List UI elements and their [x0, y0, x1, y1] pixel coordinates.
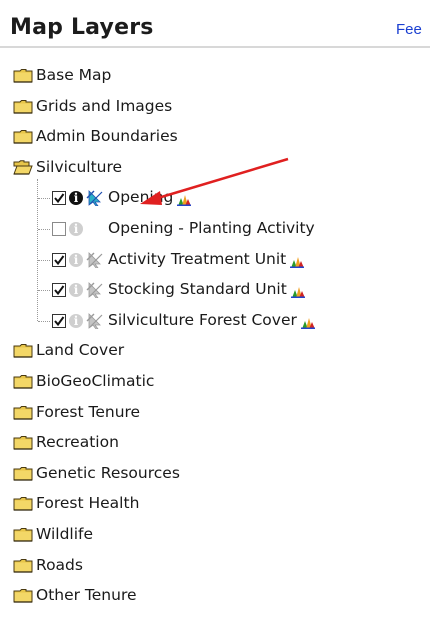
folder-other-tenure[interactable]: Other Tenure [0, 583, 430, 609]
legend-icon[interactable] [300, 314, 315, 329]
layer-label[interactable]: Opening - Planting Activity [108, 219, 315, 237]
folder-label[interactable]: Recreation [36, 433, 119, 451]
tree-branch-line [38, 198, 50, 200]
folder-genetic-resources[interactable]: Genetic Resources [0, 461, 430, 487]
layer-tree: Base Map Grids and Images Admin Boundaries… [0, 0, 430, 621]
folder-forest-health[interactable]: Forest Health [0, 491, 430, 517]
select-features-icon[interactable] [86, 251, 104, 268]
folder-closed-icon[interactable] [13, 405, 33, 420]
folder-label[interactable]: Other Tenure [36, 586, 137, 604]
folder-closed-icon[interactable] [13, 588, 33, 603]
folder-closed-icon[interactable] [13, 374, 33, 389]
folder-label[interactable]: Land Cover [36, 341, 124, 359]
select-features-icon[interactable] [86, 282, 104, 299]
select-features-icon[interactable] [86, 312, 104, 330]
layer-label[interactable]: Silviculture Forest Cover [108, 311, 297, 329]
folder-closed-icon[interactable] [13, 466, 33, 481]
info-icon[interactable]: i [69, 252, 83, 267]
layer-visibility-checkbox[interactable] [52, 222, 66, 236]
folder-roads[interactable]: Roads [0, 553, 430, 579]
select-features-icon[interactable] [86, 190, 104, 207]
folder-base-map[interactable]: Base Map [0, 63, 430, 89]
folder-silviculture[interactable]: Silviculture [0, 155, 430, 181]
layer-label[interactable]: Opening [108, 188, 173, 206]
folder-grids-and-images[interactable]: Grids and Images [0, 94, 430, 120]
folder-land-cover[interactable]: Land Cover [0, 338, 430, 364]
layer-visibility-checkbox[interactable] [52, 283, 66, 298]
folder-open-icon[interactable] [13, 160, 33, 175]
folder-label[interactable]: Forest Health [36, 494, 139, 512]
layer-visibility-checkbox[interactable] [52, 252, 66, 267]
folder-recreation[interactable]: Recreation [0, 430, 430, 456]
info-icon[interactable]: i [69, 191, 83, 206]
legend-icon[interactable] [290, 253, 305, 268]
folder-biogeoclimatic[interactable]: BioGeoClimatic [0, 369, 430, 395]
folder-closed-icon[interactable] [13, 496, 33, 511]
folder-closed-icon[interactable] [13, 435, 33, 450]
layer-row-opening: i Opening [0, 185, 430, 211]
folder-label[interactable]: Wildlife [36, 525, 93, 543]
folder-label[interactable]: Admin Boundaries [36, 127, 178, 145]
folder-label[interactable]: Base Map [36, 66, 111, 84]
folder-label[interactable]: BioGeoClimatic [36, 372, 154, 390]
folder-closed-icon[interactable] [13, 527, 33, 542]
layer-row-silviculture-forest-cover: i Silviculture Forest Cover [0, 308, 430, 334]
layer-label[interactable]: Stocking Standard Unit [108, 280, 287, 298]
info-icon[interactable]: i [69, 222, 83, 236]
info-icon[interactable]: i [69, 283, 83, 298]
folder-forest-tenure[interactable]: Forest Tenure [0, 400, 430, 426]
layer-row-stocking-standard-unit: i Stocking Standard Unit [0, 277, 430, 303]
layer-visibility-checkbox[interactable] [52, 313, 66, 328]
folder-wildlife[interactable]: Wildlife [0, 522, 430, 548]
legend-icon[interactable] [290, 283, 305, 299]
layer-visibility-checkbox[interactable] [52, 191, 66, 206]
folder-closed-icon[interactable] [13, 558, 33, 573]
tree-branch-line [38, 229, 50, 230]
layer-row-opening-planting-activity: i Opening - Planting Activity [0, 216, 430, 242]
tree-branch-line [38, 320, 50, 322]
folder-label[interactable]: Genetic Resources [36, 464, 180, 482]
folder-closed-icon[interactable] [13, 99, 33, 114]
tree-branch-line [38, 290, 50, 292]
folder-admin-boundaries[interactable]: Admin Boundaries [0, 124, 430, 150]
folder-closed-icon[interactable] [13, 129, 33, 144]
folder-label[interactable]: Forest Tenure [36, 403, 140, 421]
folder-closed-icon[interactable] [13, 68, 33, 83]
info-icon[interactable]: i [69, 313, 83, 328]
folder-label[interactable]: Silviculture [36, 158, 122, 176]
layer-row-activity-treatment-unit: i Activity Treatment Unit [0, 247, 430, 273]
folder-closed-icon[interactable] [13, 343, 33, 358]
layer-label[interactable]: Activity Treatment Unit [108, 250, 286, 268]
folder-label[interactable]: Roads [36, 556, 83, 574]
folder-label[interactable]: Grids and Images [36, 97, 172, 115]
legend-icon[interactable] [177, 191, 192, 207]
tree-branch-line [38, 259, 50, 261]
